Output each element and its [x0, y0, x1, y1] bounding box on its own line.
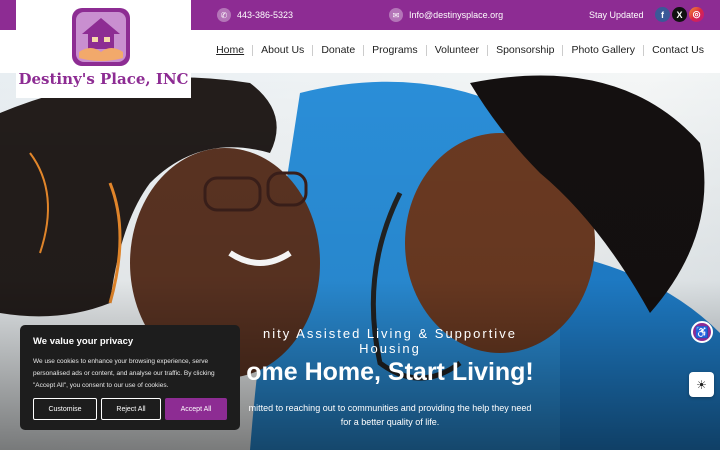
instagram-icon[interactable]: ◎	[689, 7, 704, 22]
accessibility-icon: ♿	[695, 326, 709, 339]
nav-divider	[425, 44, 427, 56]
theme-toggle-button[interactable]: ☀	[689, 372, 714, 397]
nav-item-home[interactable]: Home	[216, 44, 244, 56]
accept-all-button[interactable]: Accept All	[165, 398, 227, 420]
desc-line-1: mitted to reaching out to communities an…	[248, 403, 532, 413]
facebook-icon[interactable]: f	[655, 7, 670, 22]
customise-button[interactable]: Customise	[33, 398, 97, 420]
phone-contact[interactable]: ✆ 443-386-5323	[217, 0, 293, 30]
tagline-line-2: Housing	[359, 341, 421, 356]
email-contact[interactable]: ✉ Info@destinysplace.org	[389, 0, 503, 30]
cookie-text: We use cookies to enhance your browsing …	[33, 358, 215, 389]
nav-item-programs[interactable]: Programs	[372, 44, 418, 56]
nav-divider	[312, 44, 314, 56]
stay-updated-text: Stay Updated	[589, 10, 644, 20]
house-hands-logo-icon	[72, 8, 130, 66]
hero-tagline: nity Assisted Living & Supportive Housin…	[200, 326, 580, 356]
cookie-consent-banner: We value your privacy We use cookies to …	[20, 325, 240, 430]
cookie-buttons: Customise Reject All Accept All	[33, 398, 227, 420]
nav-item-sponsorship[interactable]: Sponsorship	[496, 44, 554, 56]
phone-icon: ✆	[217, 8, 231, 22]
hero-description: mitted to reaching out to communities an…	[240, 401, 540, 429]
logo-text: Destiny's Place, INC	[18, 70, 189, 88]
nav-item-volunteer[interactable]: Volunteer	[435, 44, 479, 56]
nav-divider	[487, 44, 489, 56]
nav-divider	[643, 44, 645, 56]
tagline-line-1: nity Assisted Living & Supportive	[263, 326, 517, 341]
nav-item-donate[interactable]: Donate	[321, 44, 355, 56]
email-icon: ✉	[389, 8, 403, 22]
phone-number[interactable]: 443-386-5323	[237, 10, 293, 20]
desc-line-2: for a better quality of life.	[340, 417, 440, 427]
nav-item-photo-gallery[interactable]: Photo Gallery	[571, 44, 635, 56]
reject-all-button[interactable]: Reject All	[101, 398, 161, 420]
main-nav: Home About Us Donate Programs Volunteer …	[216, 44, 704, 56]
cookie-title: We value your privacy	[33, 336, 134, 347]
nav-item-contact-us[interactable]: Contact Us	[652, 44, 704, 56]
site-logo[interactable]: Destiny's Place, INC	[16, 0, 191, 98]
nav-divider	[562, 44, 564, 56]
stay-updated-label: Stay Updated	[589, 0, 644, 30]
nav-divider	[363, 44, 365, 56]
nav-item-about-us[interactable]: About Us	[261, 44, 304, 56]
accessibility-button[interactable]: ♿	[691, 321, 713, 343]
email-address[interactable]: Info@destinysplace.org	[409, 10, 503, 20]
nav-divider	[252, 44, 254, 56]
hero-headline: ome Home, Start Living!	[246, 358, 534, 386]
sun-icon: ☀	[696, 377, 707, 392]
x-twitter-icon[interactable]: X	[672, 7, 687, 22]
